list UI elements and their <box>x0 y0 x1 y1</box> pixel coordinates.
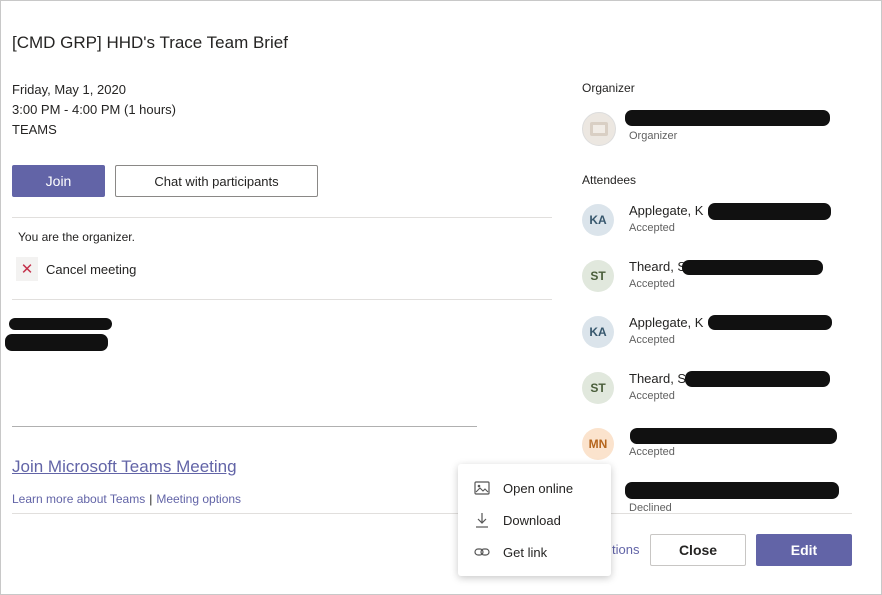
menu-item-open-online[interactable]: Open online <box>458 472 611 504</box>
attendee-name[interactable]: Applegate, K <box>629 315 703 330</box>
divider <box>12 299 552 300</box>
attendee-name[interactable]: Applegate, K <box>629 203 703 218</box>
organizer-note: You are the organizer. <box>18 230 135 244</box>
context-menu: Open online Download Get link <box>458 464 611 576</box>
meeting-title: [CMD GRP] HHD's Trace Team Brief <box>12 33 288 52</box>
close-icon: ✕ <box>16 257 38 281</box>
redacted-name <box>682 260 823 275</box>
attendee-status: Accepted <box>629 222 675 234</box>
attendee-status: Accepted <box>629 334 675 346</box>
meeting-location: TEAMS <box>12 122 57 137</box>
meeting-date: Friday, May 1, 2020 <box>12 82 126 97</box>
open-online-icon <box>474 480 490 496</box>
meeting-options-footer-link[interactable]: tions <box>612 542 639 557</box>
download-icon <box>474 512 490 528</box>
attendee-name[interactable]: Theard, S <box>629 259 686 274</box>
meeting-options-link[interactable]: Meeting options <box>156 492 241 506</box>
organizer-role: Organizer <box>629 130 678 142</box>
close-button[interactable]: Close <box>650 534 746 566</box>
redacted-name <box>685 371 830 387</box>
attendee-name[interactable]: Theard, S <box>629 371 686 386</box>
footer-divider <box>12 513 852 514</box>
learn-more-link[interactable]: Learn more about Teams <box>12 492 145 506</box>
attendee-status: Accepted <box>629 390 675 402</box>
redacted-name <box>625 482 839 499</box>
meeting-time: 3:00 PM - 4:00 PM (1 hours) <box>12 102 177 117</box>
organizer-heading: Organizer <box>582 81 635 95</box>
attendee-status: Accepted <box>629 278 675 290</box>
menu-item-label: Download <box>503 512 561 528</box>
join-teams-meeting-link[interactable]: Join Microsoft Teams Meeting <box>12 457 237 477</box>
attendee-avatar[interactable]: MN <box>582 428 614 460</box>
chat-with-participants-button[interactable]: Chat with participants <box>115 165 318 197</box>
link-separator: | <box>149 492 153 506</box>
meeting-details-dialog: [CMD GRP] HHD's Trace Team Brief Friday,… <box>0 0 882 595</box>
attendee-avatar[interactable]: ST <box>582 372 614 404</box>
attendees-heading: Attendees <box>582 173 637 187</box>
attendee-avatar[interactable]: ST <box>582 260 614 292</box>
redacted-name <box>708 203 831 220</box>
menu-item-download[interactable]: Download <box>458 504 611 536</box>
attendee-avatar[interactable]: KA <box>582 316 614 348</box>
redacted-text <box>5 334 108 351</box>
redacted-name <box>708 315 832 330</box>
edit-button[interactable]: Edit <box>756 534 852 566</box>
divider <box>12 217 552 218</box>
redacted-name <box>625 110 830 126</box>
cancel-meeting-button[interactable]: ✕ Cancel meeting <box>16 257 136 281</box>
menu-item-get-link[interactable]: Get link <box>458 536 611 568</box>
separator-line <box>12 426 477 427</box>
menu-item-label: Get link <box>503 544 548 560</box>
organizer-avatar[interactable] <box>582 112 616 146</box>
redacted-name <box>630 428 837 444</box>
menu-item-label: Open online <box>503 480 574 496</box>
attendee-status: Declined <box>629 502 672 513</box>
attendee-avatar[interactable]: KA <box>582 204 614 236</box>
cancel-meeting-label: Cancel meeting <box>46 261 137 277</box>
meeting-links: Learn more about Teams | Meeting options <box>12 492 241 506</box>
redacted-text <box>9 318 112 330</box>
attendee-status: Accepted <box>629 446 675 458</box>
join-button[interactable]: Join <box>12 165 105 197</box>
link-icon <box>474 544 490 560</box>
avatar-photo-icon <box>590 122 608 136</box>
